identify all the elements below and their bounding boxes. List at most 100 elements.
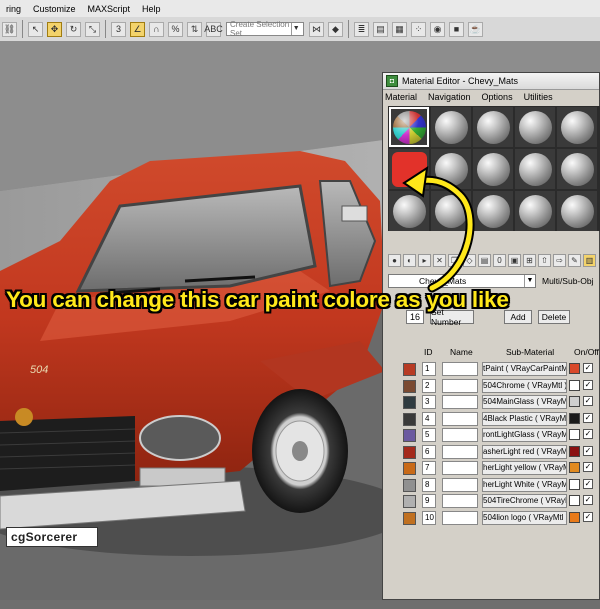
assign-material-icon[interactable]: ▸	[418, 253, 431, 267]
submaterial-name-field[interactable]	[442, 378, 478, 393]
menu-rendering[interactable]: ring	[4, 4, 23, 14]
me-menu-utilities[interactable]: Utilities	[524, 92, 553, 102]
selection-set-dropdown[interactable]: Create Selection Set ▼	[226, 20, 304, 38]
sample-slot[interactable]	[431, 191, 471, 231]
col-name-header[interactable]: Name	[450, 347, 473, 357]
submaterial-button[interactable]: 504MainGlass ( VRayMtl )	[482, 395, 567, 409]
material-editor-icon[interactable]: ⁘	[411, 21, 426, 37]
scale-icon[interactable]: ⤡	[85, 21, 100, 37]
angle-snap-icon[interactable]: ∠	[130, 21, 145, 37]
submaterial-onoff-checkbox[interactable]: ✓	[583, 379, 593, 390]
sample-slot[interactable]	[431, 149, 471, 189]
submaterial-color-swatch[interactable]	[569, 379, 580, 391]
submaterial-id-field[interactable]: 8	[422, 477, 436, 492]
submaterial-color-swatch[interactable]	[569, 412, 580, 424]
spinner-snap-icon[interactable]: ⇅	[187, 21, 202, 37]
submaterial-id-field[interactable]: 7	[422, 461, 436, 475]
submaterial-id-field[interactable]: 10	[422, 510, 436, 525]
sample-slot[interactable]	[473, 107, 513, 147]
link-icon[interactable]: ⛓	[2, 21, 17, 37]
curve-editor-icon[interactable]: ▤	[373, 21, 388, 37]
submaterial-color-swatch[interactable]	[569, 478, 580, 490]
submaterial-onoff-checkbox[interactable]: ✓	[583, 396, 593, 406]
submaterial-color-swatch[interactable]	[569, 396, 580, 407]
render-teapot-icon[interactable]: ☕	[468, 21, 483, 37]
sample-slot[interactable]	[473, 149, 513, 189]
sample-slot[interactable]	[515, 149, 555, 189]
submaterial-id-field[interactable]: 6	[422, 444, 436, 459]
delete-button[interactable]: Delete	[538, 310, 570, 324]
submaterial-color-swatch[interactable]	[569, 495, 580, 506]
go-forward-icon[interactable]: ⇨	[553, 253, 566, 267]
submaterial-name-field[interactable]	[442, 461, 478, 475]
copy-material-icon[interactable]: ❐	[448, 253, 461, 267]
col-id-header[interactable]: ID	[424, 347, 433, 357]
submaterial-button[interactable]: rontLightGlass ( VRayMtl )	[482, 428, 567, 442]
menu-customize[interactable]: Customize	[31, 4, 78, 14]
menu-help[interactable]: Help	[140, 4, 163, 14]
go-to-parent-icon[interactable]: ⇧	[538, 253, 551, 267]
submaterial-name-field[interactable]	[442, 444, 478, 459]
submaterial-id-field[interactable]: 1	[422, 362, 436, 376]
unique-icon[interactable]: ◇	[463, 253, 476, 267]
submaterial-button[interactable]: 504Chrome ( VRayMtl )	[482, 378, 567, 393]
submaterial-onoff-checkbox[interactable]: ✓	[583, 445, 593, 456]
submaterial-name-field[interactable]	[442, 477, 478, 492]
sample-slot[interactable]	[515, 191, 555, 231]
named-selection-icon[interactable]: ABC	[204, 21, 223, 37]
schematic-view-icon[interactable]: ▦	[392, 21, 407, 37]
sample-slot[interactable]	[557, 191, 597, 231]
submaterial-id-field[interactable]: 9	[422, 494, 436, 508]
submaterial-button[interactable]: asherLight red ( VRayMtl )	[482, 444, 567, 459]
submaterial-id-field[interactable]: 4	[422, 411, 436, 426]
layer-manager-icon[interactable]: ≣	[354, 21, 369, 37]
me-menu-options[interactable]: Options	[482, 92, 513, 102]
submaterial-name-field[interactable]	[442, 494, 478, 508]
submaterial-id-field[interactable]: 2	[422, 378, 436, 393]
submaterial-onoff-checkbox[interactable]: ✓	[583, 363, 593, 373]
align-icon[interactable]: ◆	[328, 21, 343, 37]
sample-slot[interactable]	[389, 107, 429, 147]
select-move-icon[interactable]: ✥	[47, 21, 62, 37]
submaterial-name-field[interactable]	[442, 362, 478, 376]
submaterial-color-swatch[interactable]	[569, 462, 580, 473]
submaterial-color-swatch[interactable]	[569, 445, 580, 457]
reset-map-icon[interactable]: ✕	[433, 253, 446, 267]
submaterial-button[interactable]: herLight yellow ( VRayMtl )	[482, 461, 567, 475]
submaterial-name-field[interactable]	[442, 428, 478, 442]
submaterial-button[interactable]: 504TireChrome ( VRayMtl )	[482, 494, 567, 508]
rotate-icon[interactable]: ↻	[66, 21, 81, 37]
me-menu-material[interactable]: Material	[385, 92, 417, 102]
mirror-icon[interactable]: ⋈	[309, 21, 324, 37]
sample-slot[interactable]	[515, 107, 555, 147]
submaterial-button[interactable]: herLight White ( VRayMtl )	[482, 477, 567, 492]
sample-slot[interactable]	[431, 107, 471, 147]
material-editor-titlebar[interactable]: ◘ Material Editor - Chevy_Mats	[383, 73, 599, 90]
sample-slot[interactable]	[557, 107, 597, 147]
submaterial-button[interactable]: tPaint ( VRayCarPaintMtl )	[482, 362, 567, 376]
render-setup-icon[interactable]: ◉	[430, 21, 445, 37]
show-end-result-icon[interactable]: ⊞	[523, 253, 536, 267]
submaterial-name-field[interactable]	[442, 510, 478, 525]
me-menu-navigation[interactable]: Navigation	[428, 92, 471, 102]
material-name-field[interactable]: Chevy_Mats ▼	[388, 274, 536, 288]
sample-slot[interactable]	[473, 191, 513, 231]
snap-icon[interactable]: 3	[111, 21, 126, 37]
submaterial-onoff-checkbox[interactable]: ✓	[583, 478, 593, 489]
submaterial-onoff-checkbox[interactable]: ✓	[583, 462, 593, 472]
submaterial-id-field[interactable]: 3	[422, 395, 436, 409]
select-icon[interactable]: ↖	[28, 21, 43, 37]
sample-slot[interactable]	[389, 191, 429, 231]
submaterial-color-swatch[interactable]	[569, 363, 580, 374]
percent-snap-icon[interactable]: %	[168, 21, 183, 37]
put-to-scene-icon[interactable]: ◐	[403, 253, 416, 267]
col-submaterial-header[interactable]: Sub-Material	[506, 347, 554, 357]
put-to-library-icon[interactable]: ▤	[478, 253, 491, 267]
submaterial-button[interactable]: 4Black Plastic ( VRayMtl )	[482, 411, 567, 426]
submaterial-button[interactable]: 504lion logo ( VRayMtl )	[482, 510, 567, 525]
submaterial-name-field[interactable]	[442, 411, 478, 426]
material-type-button[interactable]: Multi/Sub-Obj	[542, 276, 594, 286]
submaterial-color-swatch[interactable]	[569, 429, 580, 440]
submaterial-id-field[interactable]: 5	[422, 428, 436, 442]
submaterial-color-swatch[interactable]	[569, 511, 580, 523]
